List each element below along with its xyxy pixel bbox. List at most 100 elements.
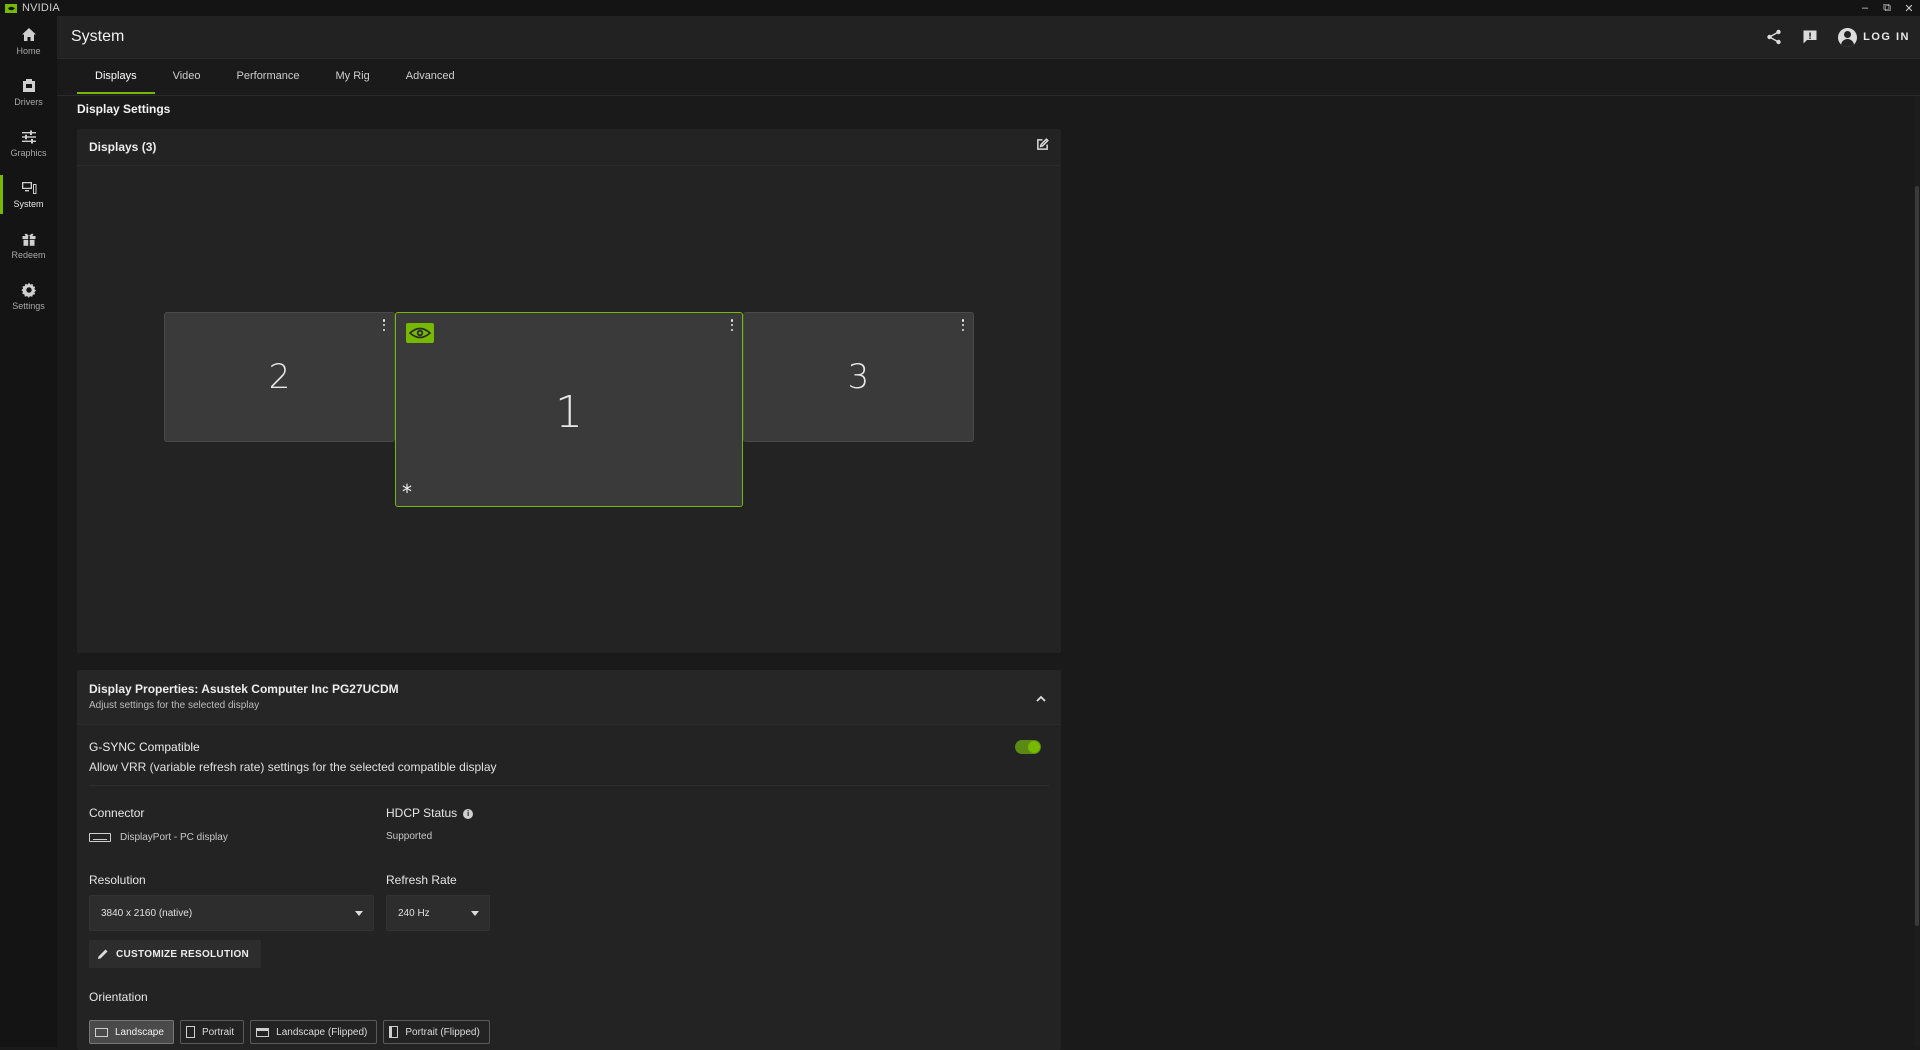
resolution-select[interactable]: 3840 x 2160 (native) — [89, 895, 374, 931]
refresh-rate-select[interactable]: 240 Hz — [386, 895, 490, 931]
window-controls: – ⧉ ✕ — [1854, 0, 1920, 16]
sidebar-item-label: System — [13, 199, 44, 209]
orientation-option-label: Portrait — [201, 1026, 235, 1038]
sidebar-item-label: Redeem — [11, 250, 46, 260]
monitor-3[interactable]: 3 — [743, 312, 974, 442]
gsync-setting: G-SYNC Compatible Allow VRR (variable re… — [89, 740, 1049, 786]
login-button[interactable]: LOG IN — [1838, 27, 1910, 47]
gsync-toggle[interactable] — [1015, 740, 1041, 754]
header-actions: LOG IN — [1746, 26, 1910, 48]
gift-icon — [22, 233, 35, 246]
orientation-options: Landscape Portrait Landscape (Flipped) P… — [89, 1020, 496, 1044]
pencil-icon — [98, 949, 108, 959]
scrollbar-thumb[interactable] — [1915, 186, 1919, 926]
connector-label: Connector — [89, 806, 145, 820]
hdcp-label-row: HDCP Status i — [386, 806, 474, 820]
sidebar-item-system[interactable]: System — [0, 169, 57, 220]
drivers-icon — [22, 79, 35, 92]
primary-display-marker: * — [402, 480, 412, 504]
feedback-button[interactable] — [1802, 29, 1818, 45]
displays-panel: Displays (3) 2 1 * 3 — [77, 129, 1061, 653]
tab-my-rig[interactable]: My Rig — [318, 59, 388, 94]
monitor-number: 1 — [555, 387, 583, 438]
tab-performance[interactable]: Performance — [219, 59, 318, 94]
login-label: LOG IN — [1863, 31, 1910, 43]
sidebar: Home Drivers Graphics System Redeem Sett… — [0, 16, 57, 1047]
resolution-value: 3840 x 2160 (native) — [101, 907, 193, 919]
monitor-1[interactable]: 1 * — [395, 312, 743, 507]
connector-value-row: DisplayPort - PC display — [89, 832, 228, 843]
edit-layout-button[interactable] — [1036, 138, 1049, 156]
restore-icon[interactable]: ⧉ — [1876, 0, 1898, 16]
hdcp-value: Supported — [386, 831, 433, 842]
more-options-icon[interactable] — [382, 319, 386, 331]
chevron-up-icon[interactable] — [1035, 692, 1047, 704]
resolution-label: Resolution — [89, 873, 146, 887]
close-icon[interactable]: ✕ — [1898, 0, 1920, 16]
avatar-icon — [1838, 27, 1858, 47]
minimize-icon[interactable]: – — [1854, 0, 1876, 16]
feedback-icon — [1803, 30, 1817, 44]
divider — [57, 95, 1920, 96]
display-properties-subtitle: Adjust settings for the selected display — [89, 700, 260, 711]
sliders-icon — [21, 130, 36, 144]
sidebar-item-home[interactable]: Home — [0, 16, 57, 67]
displayport-icon — [89, 833, 111, 842]
tab-advanced[interactable]: Advanced — [388, 59, 473, 94]
page-title: System — [71, 28, 125, 45]
sidebar-item-drivers[interactable]: Drivers — [0, 67, 57, 118]
share-icon — [1767, 29, 1781, 45]
display-properties-panel: Display Properties: Asustek Computer Inc… — [77, 670, 1061, 1050]
orientation-landscape-button[interactable]: Landscape — [89, 1020, 174, 1044]
connector-value: DisplayPort - PC display — [120, 832, 228, 843]
hdcp-label: HDCP Status — [386, 806, 458, 820]
gsync-title: G-SYNC Compatible — [89, 740, 200, 754]
tab-video[interactable]: Video — [155, 59, 219, 94]
orientation-option-label: Landscape (Flipped) — [276, 1026, 368, 1038]
sidebar-item-label: Drivers — [14, 97, 43, 107]
landscape-flipped-icon — [256, 1027, 270, 1037]
display-properties-header[interactable]: Display Properties: Asustek Computer Inc… — [77, 670, 1061, 725]
gsync-description: Allow VRR (variable refresh rate) settin… — [89, 760, 497, 774]
orientation-portrait-button[interactable]: Portrait — [179, 1020, 245, 1044]
displays-panel-header: Displays (3) — [77, 129, 1061, 166]
nvidia-logo-icon — [5, 3, 17, 13]
display-properties-title: Display Properties: Asustek Computer Inc… — [89, 682, 399, 696]
orientation-landscape-flipped-button[interactable]: Landscape (Flipped) — [250, 1020, 378, 1044]
portrait-flipped-icon — [389, 1026, 399, 1038]
app-name: NVIDIA — [22, 2, 60, 14]
header: System LOG IN — [57, 16, 1920, 59]
gear-icon — [20, 282, 36, 298]
refresh-rate-label: Refresh Rate — [386, 873, 457, 887]
more-options-icon[interactable] — [961, 319, 965, 331]
landscape-icon — [95, 1027, 108, 1037]
tab-bar: Displays Video Performance My Rig Advanc… — [77, 59, 473, 96]
chevron-down-icon — [355, 911, 363, 916]
customize-resolution-button[interactable]: CUSTOMIZE RESOLUTION — [89, 940, 262, 968]
sidebar-item-label: Home — [16, 46, 41, 56]
portrait-icon — [185, 1026, 195, 1038]
tab-displays[interactable]: Displays — [77, 59, 155, 94]
monitor-number: 2 — [268, 357, 291, 397]
customize-resolution-label: CUSTOMIZE RESOLUTION — [116, 948, 250, 960]
orientation-option-label: Landscape — [115, 1026, 164, 1038]
sidebar-item-label: Settings — [12, 301, 45, 311]
more-options-icon[interactable] — [730, 319, 734, 331]
sidebar-item-graphics[interactable]: Graphics — [0, 118, 57, 169]
home-icon — [21, 28, 36, 41]
monitor-number: 3 — [847, 357, 870, 397]
nvidia-eye-icon — [406, 323, 434, 343]
refresh-rate-value: 240 Hz — [398, 907, 430, 919]
share-button[interactable] — [1766, 29, 1782, 45]
displays-panel-title: Displays (3) — [89, 140, 157, 154]
sidebar-item-redeem[interactable]: Redeem — [0, 220, 57, 271]
sidebar-item-settings[interactable]: Settings — [0, 271, 57, 322]
title-bar: NVIDIA – ⧉ ✕ — [0, 0, 1920, 16]
monitor-2[interactable]: 2 — [164, 312, 395, 442]
edit-icon — [1037, 138, 1049, 150]
orientation-portrait-flipped-button[interactable]: Portrait (Flipped) — [383, 1020, 490, 1044]
info-icon[interactable]: i — [463, 808, 474, 819]
orientation-option-label: Portrait (Flipped) — [405, 1026, 480, 1038]
section-title: Display Settings — [77, 102, 171, 116]
chevron-down-icon — [471, 911, 479, 916]
